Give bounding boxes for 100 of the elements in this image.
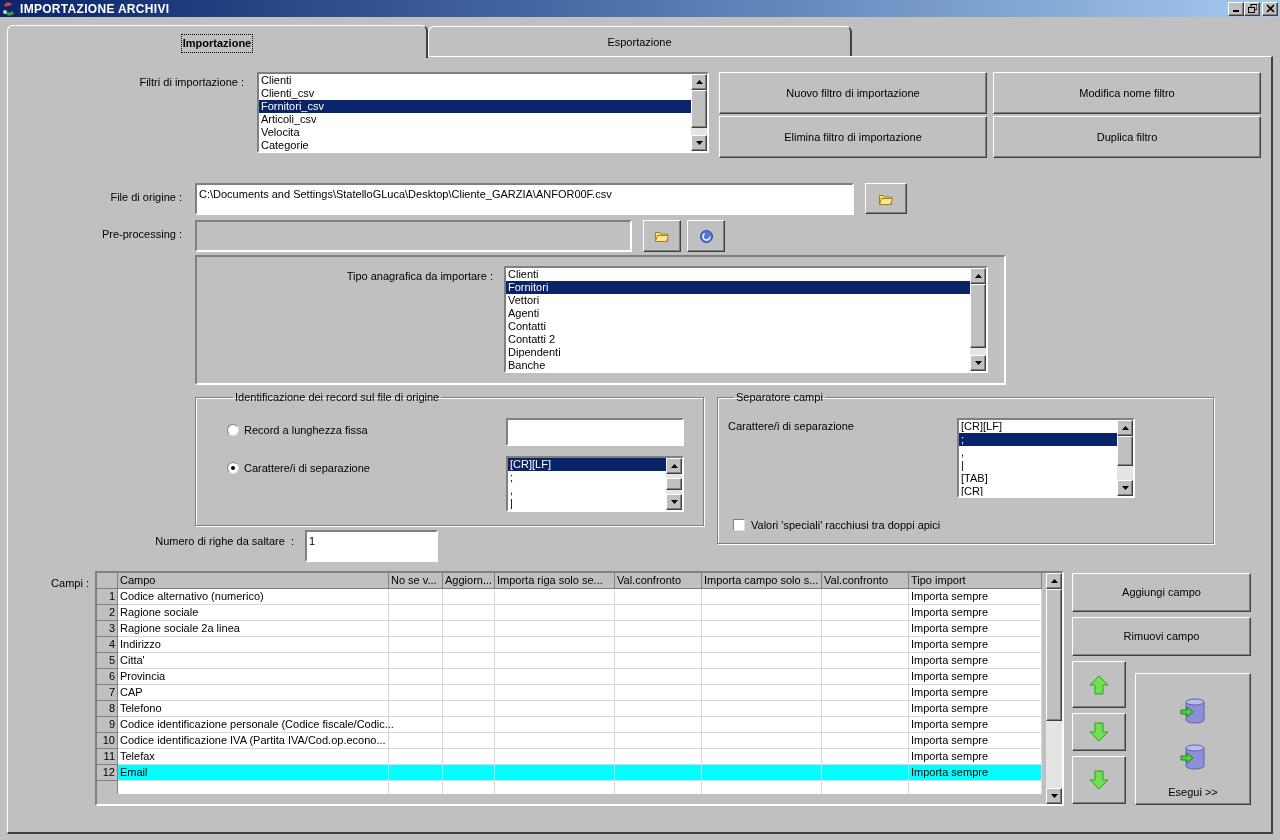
table-row[interactable]: 6 Provincia Importa sempre	[97, 669, 1042, 685]
scroll-down-button[interactable]	[691, 135, 707, 151]
close-icon	[1265, 4, 1275, 13]
field-button[interactable]: Rimuovi campo	[1072, 617, 1251, 656]
up-arrow-icon	[670, 463, 678, 468]
list-item[interactable]: Fornitori_csv	[259, 100, 691, 113]
table-row[interactable]: 3 Ragione sociale 2a linea Importa sempre	[97, 621, 1042, 637]
list-item[interactable]: Clienti_csv	[259, 87, 691, 100]
checkbox[interactable]	[733, 518, 745, 531]
list-item[interactable]: Clienti	[259, 74, 691, 87]
scrollbar[interactable]	[691, 74, 707, 151]
table-row[interactable]: 12 Email Importa sempre	[97, 765, 1042, 781]
file-path-field[interactable]: C:\Documents and Settings\StatelloGLuca\Desktop\Cliente_GARZIA\ANFOR00F.csv	[195, 183, 854, 215]
filter-button[interactable]: Nuovo filtro di importazione	[719, 72, 987, 114]
scroll-down-button[interactable]	[970, 355, 986, 371]
column-header[interactable]: No se v...	[389, 573, 443, 589]
list-item[interactable]: Contatti 2	[506, 333, 970, 346]
scrollbar[interactable]	[1117, 419, 1133, 496]
scroll-up-button[interactable]	[1046, 573, 1062, 589]
down-arrow-icon	[1121, 485, 1129, 490]
down-arrow-icon	[1089, 770, 1109, 790]
list-item[interactable]: [TAB]	[959, 471, 1117, 485]
table-row[interactable]: 4 Indirizzo Importa sempre	[97, 637, 1042, 653]
list-item[interactable]: Contatti	[506, 320, 970, 333]
filter-button[interactable]: Elimina filtro di importazione	[719, 116, 987, 158]
list-box[interactable]: Clienti Fornitori Vettori Agenti Contatti Contatti 2 Dipendenti Banche	[504, 266, 988, 373]
table-row[interactable]: 8 Telefono Importa sempre	[97, 701, 1042, 717]
table-row[interactable]: 9 Codice identificazione personale (Codice fiscale/Codic... Importa sempre	[97, 717, 1042, 733]
tab[interactable]: Importazione	[7, 25, 428, 58]
scroll-up-button[interactable]	[691, 74, 707, 90]
scrollbar-thumb[interactable]	[666, 477, 682, 490]
help-button[interactable]	[687, 220, 725, 252]
tab[interactable]: Esportazione	[428, 26, 852, 56]
scrollbar-thumb[interactable]	[1117, 435, 1133, 466]
filter-button[interactable]: Duplica filtro	[993, 116, 1261, 158]
table-row[interactable]: 7 CAP Importa sempre	[97, 685, 1042, 701]
length-field[interactable]	[506, 417, 684, 446]
row-number: 10	[97, 733, 118, 749]
list-item[interactable]: Velocita	[259, 126, 691, 139]
table-row[interactable]: 2 Ragione sociale Importa sempre	[97, 605, 1042, 621]
table-row[interactable]: 10 Codice identificazione IVA (Partita IVA/Cod.op.econo... Importa sempre	[97, 733, 1042, 749]
list-item[interactable]: Vettori	[506, 294, 970, 307]
scrollbar-thumb[interactable]	[970, 284, 986, 348]
scrollbar[interactable]	[666, 457, 682, 510]
list-box[interactable]: Clienti Clienti_csv Fornitori_csv Articoli_csv Velocita Categorie	[257, 72, 709, 153]
scroll-up-button[interactable]	[666, 457, 682, 474]
list-item[interactable]: Dipendenti	[506, 346, 970, 359]
row-number: 1	[97, 589, 118, 605]
list-item[interactable]: Clienti	[506, 268, 970, 281]
table-row[interactable]: 1 Codice alternativo (numerico) Importa sempre	[97, 589, 1042, 605]
row-number: 5	[97, 653, 118, 669]
list-item[interactable]: [CR][LF]	[959, 419, 1117, 433]
list-item[interactable]: Banche	[506, 359, 970, 371]
list-box[interactable]: [CR][LF] ; , |	[506, 455, 684, 512]
browse-button[interactable]	[865, 183, 907, 214]
filter-button[interactable]: Modifica nome filtro	[993, 72, 1261, 114]
radio-button[interactable]	[227, 423, 239, 436]
minimize-button[interactable]	[1228, 1, 1244, 16]
scrollbar-thumb[interactable]	[1046, 589, 1062, 721]
up-arrow-icon	[1089, 674, 1109, 695]
move-up-button[interactable]	[1072, 661, 1126, 708]
list-item[interactable]: ,	[508, 483, 666, 497]
scrollbar[interactable]	[1046, 573, 1062, 804]
column-header[interactable]: Importa riga solo se...	[495, 573, 615, 589]
list-item[interactable]: |	[508, 496, 666, 510]
column-header[interactable]: Campo	[118, 573, 389, 589]
folder-icon	[879, 192, 893, 205]
scroll-down-button[interactable]	[1046, 788, 1062, 804]
field-label: Carattere/i di separazione	[728, 418, 855, 434]
list-item[interactable]: ;	[508, 470, 666, 484]
column-header[interactable]: Val.confronto	[822, 573, 909, 589]
skip-rows-field[interactable]: 1	[305, 530, 438, 562]
radio-button[interactable]	[227, 461, 239, 474]
window-title: IMPORTAZIONE ARCHIVI	[20, 0, 170, 18]
restore-button[interactable]	[1244, 1, 1260, 16]
scrollbar-thumb[interactable]	[691, 90, 707, 128]
list-item[interactable]: [CR][LF]	[508, 457, 666, 471]
column-header[interactable]: Importa campo solo s...	[702, 573, 822, 589]
table-row[interactable]: 5 Citta' Importa sempre	[97, 653, 1042, 669]
field-button[interactable]: Aggiungi campo	[1072, 573, 1251, 612]
close-button[interactable]	[1262, 1, 1278, 16]
list-item[interactable]: ,	[959, 445, 1117, 459]
run-button[interactable]: Esegui >>	[1135, 673, 1251, 805]
scrollbar[interactable]	[970, 268, 986, 371]
list-item[interactable]: Articoli_csv	[259, 113, 691, 126]
list-item[interactable]: Fornitori	[506, 281, 970, 294]
column-header[interactable]: Aggiorn...	[443, 573, 495, 589]
field-label: Numero di righe da saltare :	[154, 534, 294, 549]
list-item[interactable]: Agenti	[506, 307, 970, 320]
list-item[interactable]: ;	[959, 432, 1117, 446]
table-row[interactable]: 11 Telefax Importa sempre	[97, 749, 1042, 765]
list-item[interactable]: |	[959, 458, 1117, 472]
move-down-button[interactable]	[1072, 713, 1126, 751]
column-header[interactable]: Tipo import	[909, 573, 1042, 589]
move-bottom-button[interactable]	[1072, 756, 1126, 804]
column-header[interactable]: Val.confronto	[615, 573, 702, 589]
scroll-up-button[interactable]	[970, 268, 986, 284]
scroll-up-button[interactable]	[1117, 419, 1133, 436]
list-item[interactable]: Categorie	[259, 139, 691, 151]
browse-button[interactable]	[643, 220, 681, 252]
